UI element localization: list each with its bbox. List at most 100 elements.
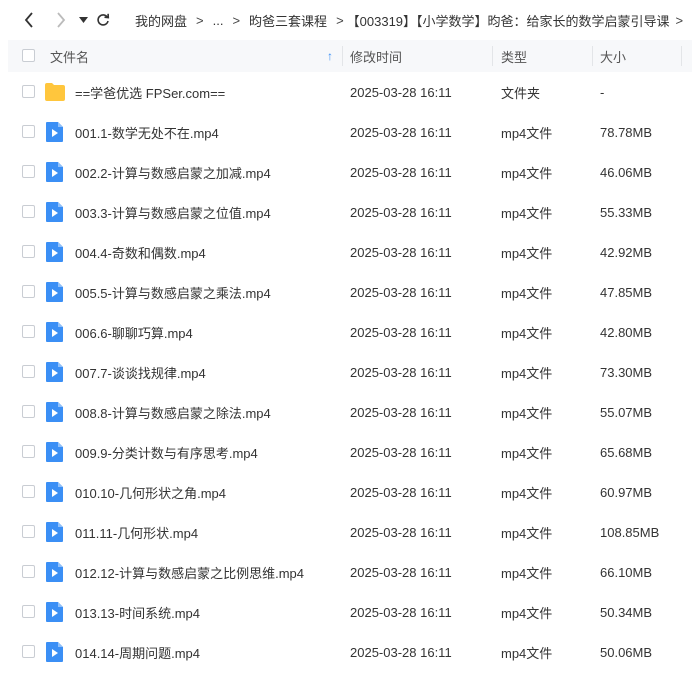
caret-down-icon — [78, 17, 88, 23]
file-row[interactable]: 010.10-几何形状之角.mp4 2025-03-28 16:11 mp4文件 60… — [8, 472, 692, 512]
file-name[interactable]: 008.8-计算与数感启蒙之除法.mp4 — [75, 392, 271, 432]
file-type: mp4文件 — [501, 645, 553, 661]
back-button[interactable] — [18, 8, 40, 32]
file-name[interactable]: 014.14-周期问题.mp4 — [75, 632, 200, 672]
row-checkbox[interactable] — [22, 165, 35, 178]
file-type: mp4文件 — [501, 525, 553, 541]
video-file-icon — [46, 602, 63, 622]
file-row[interactable]: 001.1-数学无处不在.mp4 2025-03-28 16:11 mp4文件 78.… — [8, 112, 692, 152]
row-checkbox[interactable] — [22, 245, 35, 258]
column-header-name-label: 文件名 — [50, 49, 90, 65]
file-modified-time: 2025-03-28 16:11 — [350, 604, 452, 620]
row-checkbox[interactable] — [22, 485, 35, 498]
file-row[interactable]: 013.13-时间系统.mp4 2025-03-28 16:11 mp4文件 50.3… — [8, 592, 692, 632]
file-size: - — [600, 84, 605, 100]
breadcrumb-item-root[interactable]: 我的网盘 — [135, 11, 187, 30]
file-row[interactable]: 003.3-计算与数感启蒙之位值.mp4 2025-03-28 16:11 mp4文… — [8, 192, 692, 232]
column-divider — [681, 46, 682, 66]
file-modified-time: 2025-03-28 16:11 — [350, 164, 452, 180]
row-checkbox[interactable] — [22, 445, 35, 458]
column-header-size-label: 大小 — [600, 49, 627, 65]
row-checkbox[interactable] — [22, 205, 35, 218]
folder-row[interactable]: ==学爸优选 FPSer.com== 2025-03-28 16:11 文件夹 - — [8, 72, 692, 112]
file-modified-time: 2025-03-28 16:11 — [350, 324, 452, 340]
row-checkbox[interactable] — [22, 605, 35, 618]
file-type: mp4文件 — [501, 365, 553, 381]
file-modified-time: 2025-03-28 16:11 — [350, 204, 452, 220]
breadcrumb-separator: > — [675, 12, 684, 28]
file-name[interactable]: 013.13-时间系统.mp4 — [75, 592, 200, 632]
row-checkbox[interactable] — [22, 125, 35, 138]
file-modified-time: 2025-03-28 16:11 — [350, 564, 452, 580]
breadcrumb-item-parent[interactable]: 昀爸三套课程 — [249, 11, 327, 30]
file-size: 55.07MB — [600, 404, 653, 420]
file-size: 42.92MB — [600, 244, 653, 260]
file-name[interactable]: 007.7-谈谈找规律.mp4 — [75, 352, 206, 392]
file-name[interactable]: 001.1-数学无处不在.mp4 — [75, 112, 219, 152]
video-file-icon — [46, 402, 63, 422]
video-file-icon — [46, 162, 63, 182]
file-row[interactable]: 009.9-分类计数与有序思考.mp4 2025-03-28 16:11 mp4文件… — [8, 432, 692, 472]
file-type: mp4文件 — [501, 165, 553, 181]
file-row[interactable]: 011.11-几何形状.mp4 2025-03-28 16:11 mp4文件 108.… — [8, 512, 692, 552]
row-checkbox[interactable] — [22, 525, 35, 538]
column-header-modified[interactable]: 修改时间 — [350, 40, 490, 72]
row-checkbox[interactable] — [22, 85, 35, 98]
row-checkbox[interactable] — [22, 365, 35, 378]
file-modified-time: 2025-03-28 16:11 — [350, 444, 452, 460]
file-name[interactable]: 012.12-计算与数感启蒙之比例思维.mp4 — [75, 552, 304, 592]
file-row[interactable]: 004.4-奇数和偶数.mp4 2025-03-28 16:11 mp4文件 42.9… — [8, 232, 692, 272]
file-modified-time: 2025-03-28 16:11 — [350, 484, 452, 500]
video-file-icon — [46, 122, 63, 142]
file-row[interactable]: 006.6-聊聊巧算.mp4 2025-03-28 16:11 mp4文件 42.80… — [8, 312, 692, 352]
file-size: 50.34MB — [600, 604, 653, 620]
refresh-button[interactable] — [94, 8, 112, 32]
chevron-left-icon — [24, 12, 33, 28]
file-name[interactable]: 010.10-几何形状之角.mp4 — [75, 472, 226, 512]
breadcrumb-item-current[interactable]: 【003319】【小学数学】昀爸：给家长的数学启蒙引导课 — [347, 11, 670, 30]
file-size: 47.85MB — [600, 284, 653, 300]
scrollbar[interactable] — [692, 40, 700, 676]
video-file-icon — [46, 322, 63, 342]
breadcrumb-item-ellipsis[interactable]: ... — [213, 13, 224, 28]
file-row[interactable]: 008.8-计算与数感启蒙之除法.mp4 2025-03-28 16:11 mp4文… — [8, 392, 692, 432]
forward-button[interactable] — [50, 8, 72, 32]
row-checkbox[interactable] — [22, 565, 35, 578]
file-row[interactable]: 012.12-计算与数感启蒙之比例思维.mp4 2025-03-28 16:11 m… — [8, 552, 692, 592]
file-size: 66.10MB — [600, 564, 653, 580]
navigation-bar: 我的网盘 > ... > 昀爸三套课程 > 【003319】【小学数学】昀爸：给… — [0, 0, 700, 40]
row-checkbox[interactable] — [22, 645, 35, 658]
row-checkbox[interactable] — [22, 325, 35, 338]
select-all-checkbox[interactable] — [22, 49, 35, 62]
file-name[interactable]: 002.2-计算与数感启蒙之加减.mp4 — [75, 152, 271, 192]
file-type: mp4文件 — [501, 445, 553, 461]
column-header-type[interactable]: 类型 — [501, 40, 591, 72]
history-dropdown-button[interactable] — [76, 8, 90, 32]
file-name[interactable]: 006.6-聊聊巧算.mp4 — [75, 312, 193, 352]
file-name[interactable]: ==学爸优选 FPSer.com== — [75, 72, 225, 112]
file-row[interactable]: 005.5-计算与数感启蒙之乘法.mp4 2025-03-28 16:11 mp4文… — [8, 272, 692, 312]
file-name[interactable]: 005.5-计算与数感启蒙之乘法.mp4 — [75, 272, 271, 312]
file-modified-time: 2025-03-28 16:11 — [350, 524, 452, 540]
file-name[interactable]: 011.11-几何形状.mp4 — [75, 512, 198, 552]
file-modified-time: 2025-03-28 16:11 — [350, 124, 452, 140]
file-row[interactable]: 014.14-周期问题.mp4 2025-03-28 16:11 mp4文件 50.0… — [8, 632, 692, 672]
file-row[interactable]: 002.2-计算与数感启蒙之加减.mp4 2025-03-28 16:11 mp4文… — [8, 152, 692, 192]
file-row[interactable]: 007.7-谈谈找规律.mp4 2025-03-28 16:11 mp4文件 73.3… — [8, 352, 692, 392]
file-name[interactable]: 004.4-奇数和偶数.mp4 — [75, 232, 206, 272]
column-header-size[interactable]: 大小 — [600, 40, 680, 72]
breadcrumb-separator: > — [336, 12, 344, 28]
file-name[interactable]: 003.3-计算与数感启蒙之位值.mp4 — [75, 192, 271, 232]
refresh-icon — [97, 13, 110, 26]
column-divider — [492, 46, 493, 66]
file-type: mp4文件 — [501, 565, 553, 581]
file-type: mp4文件 — [501, 605, 553, 621]
column-divider — [342, 46, 343, 66]
file-size: 60.97MB — [600, 484, 653, 500]
sort-ascending-icon[interactable]: ↑ — [327, 40, 333, 72]
column-header-name[interactable]: 文件名 — [50, 40, 340, 72]
row-checkbox[interactable] — [22, 285, 35, 298]
file-name[interactable]: 009.9-分类计数与有序思考.mp4 — [75, 432, 258, 472]
breadcrumb: 我的网盘 > ... > 昀爸三套课程 > 【003319】【小学数学】昀爸：给… — [135, 0, 700, 40]
row-checkbox[interactable] — [22, 405, 35, 418]
